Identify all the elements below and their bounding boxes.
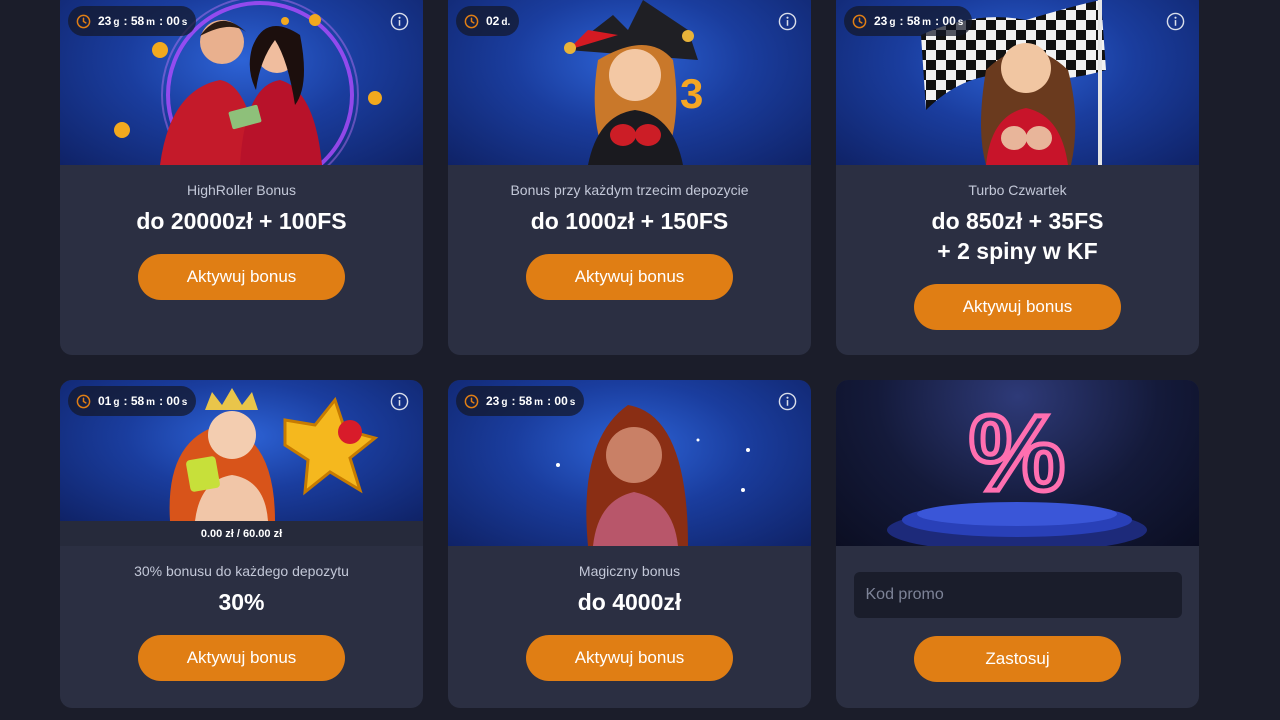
- bonus-banner-image: 23 g: 58 m: 00 s: [836, 0, 1199, 165]
- progress-text: 0.00 zł / 60.00 zł: [200, 527, 283, 540]
- bonus-name: Bonus przy każdym trzecim depozycie: [510, 182, 749, 198]
- card-content: Turbo Czwartek do 850zł + 35FS + 2 spiny…: [836, 165, 1199, 330]
- wager-progress-bar: 0.00 zł / 60.00 zł: [60, 521, 423, 546]
- promo-code-input[interactable]: [853, 572, 1182, 618]
- bonus-value: do 850zł + 35FS + 2 spiny w KF: [932, 206, 1104, 266]
- countdown-timer: 23 g: 58 m: 00 s: [844, 6, 973, 36]
- bonus-value: do 20000zł + 100FS: [136, 208, 347, 234]
- bonus-banner-image: 23 g: 58 m: 00 s: [60, 0, 423, 165]
- card-content: Bonus przy każdym trzecim depozycie do 1…: [448, 165, 811, 300]
- activate-bonus-button[interactable]: Aktywuj bonus: [138, 635, 345, 681]
- card-content: 30% bonusu do każdego depozytu 30% Aktyw…: [60, 546, 423, 681]
- countdown-timer: 23 g: 58 m: 00 s: [456, 386, 585, 416]
- countdown-timer: 23 g: 58 m: 00 s: [68, 6, 197, 36]
- apply-promo-button[interactable]: Zastosuj: [914, 636, 1121, 682]
- bonus-name: Turbo Czwartek: [968, 182, 1067, 198]
- timer-text: 23 g: 58 m: 00 s: [486, 394, 576, 408]
- activate-bonus-button[interactable]: Aktywuj bonus: [526, 254, 733, 300]
- bonus-banner-image: 3 02 d.: [448, 0, 811, 165]
- countdown-timer: 01 g: 58 m: 00 s: [68, 386, 197, 416]
- bonus-value-line-1: do 850zł + 35FS: [931, 208, 1104, 234]
- activate-bonus-button[interactable]: Aktywuj bonus: [526, 635, 733, 681]
- info-icon[interactable]: [390, 392, 409, 411]
- svg-text:3: 3: [680, 70, 703, 117]
- countdown-timer: 02 d.: [456, 6, 520, 36]
- bonus-name: HighRoller Bonus: [187, 182, 296, 198]
- bonus-banner-image: 23 g: 58 m: 00 s: [448, 380, 811, 546]
- bonus-card-highroller: 23 g: 58 m: 00 s HighRoller Bonus do 20000z…: [60, 0, 423, 355]
- promo-content: Zastosuj: [836, 546, 1199, 682]
- activate-bonus-button[interactable]: Aktywuj bonus: [914, 284, 1121, 330]
- bonus-value-line-2: + 2 spiny w KF: [937, 238, 1098, 264]
- clock-icon: [464, 14, 479, 28]
- info-icon[interactable]: [390, 12, 409, 31]
- bonus-card-magic: 23 g: 58 m: 00 s Magiczny bonus do 4000zł A…: [448, 380, 811, 708]
- clock-icon: [76, 14, 91, 28]
- timer-text: 01 g: 58 m: 00 s: [98, 394, 188, 408]
- promo-banner-image: %: [836, 380, 1199, 546]
- clock-icon: [76, 394, 91, 408]
- bonus-name: Magiczny bonus: [578, 563, 681, 579]
- bonus-card-third-deposit: 3 02 d. Bonus przy każdym trzecim depozyc…: [448, 0, 811, 355]
- timer-text: 23 g: 58 m: 00 s: [98, 14, 188, 28]
- bonus-value: do 1000zł + 150FS: [530, 208, 729, 234]
- percent-icon: %: [887, 390, 1147, 546]
- info-icon[interactable]: [1166, 12, 1185, 31]
- bonus-name: 30% bonusu do każdego depozytu: [134, 563, 349, 579]
- promo-code-card: % Zastosuj: [836, 380, 1199, 708]
- bonus-card-30-percent: 01 g: 58 m: 00 s 0.00 zł / 60.00 zł 30% bon…: [60, 380, 423, 708]
- clock-icon: [464, 394, 479, 408]
- bonus-value: do 4000zł: [577, 589, 682, 615]
- card-content: Magiczny bonus do 4000zł Aktywuj bonus: [448, 546, 811, 681]
- info-icon[interactable]: [778, 12, 797, 31]
- activate-bonus-button[interactable]: Aktywuj bonus: [138, 254, 345, 300]
- card-content: HighRoller Bonus do 20000zł + 100FS Akty…: [60, 165, 423, 300]
- bonus-banner-image: 01 g: 58 m: 00 s: [60, 380, 423, 521]
- clock-icon: [852, 14, 867, 28]
- timer-text: 23 g: 58 m: 00 s: [874, 14, 964, 28]
- timer-text: 02 d.: [486, 14, 511, 28]
- svg-text:%: %: [969, 392, 1065, 513]
- bonus-value: 30%: [218, 589, 265, 615]
- bonus-card-turbo-thursday: 23 g: 58 m: 00 s Turbo Czwartek do 850zł + …: [836, 0, 1199, 355]
- info-icon[interactable]: [778, 392, 797, 411]
